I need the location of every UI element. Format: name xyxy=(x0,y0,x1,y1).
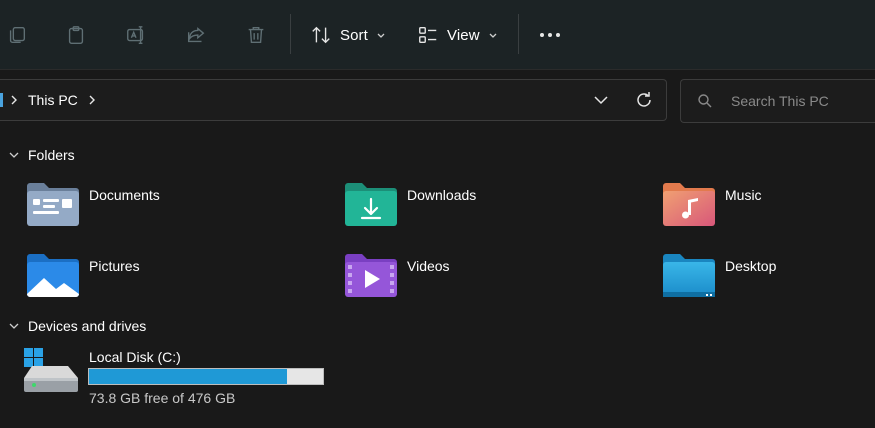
view-button[interactable]: View xyxy=(417,20,498,50)
search-box[interactable]: Search This PC xyxy=(680,79,875,123)
view-icon xyxy=(419,26,437,44)
folder-label: Desktop xyxy=(725,258,777,274)
toolbar-divider xyxy=(290,14,291,54)
downloads-folder-icon xyxy=(345,183,397,226)
folder-label: Music xyxy=(725,187,762,203)
documents-folder-icon xyxy=(27,183,79,226)
drive-usage-bar xyxy=(88,368,324,385)
drives-section-header[interactable]: Devices and drives xyxy=(8,318,146,334)
music-folder-icon xyxy=(663,183,715,226)
desktop-folder-icon xyxy=(663,254,715,297)
chevron-down-icon xyxy=(9,323,19,329)
chevron-right-icon[interactable] xyxy=(10,95,18,105)
paste-icon[interactable] xyxy=(61,20,91,50)
chevron-down-icon xyxy=(377,33,385,38)
toolbar-divider xyxy=(518,14,519,54)
drive-label: Local Disk (C:) xyxy=(89,349,181,365)
folders-section-header[interactable]: Folders xyxy=(8,147,75,163)
chevron-down-icon xyxy=(489,33,497,38)
command-bar: Sort View xyxy=(0,0,875,70)
folder-label: Videos xyxy=(407,258,450,274)
search-icon xyxy=(698,94,712,108)
pictures-folder-icon xyxy=(27,254,79,297)
view-label: View xyxy=(447,26,480,44)
folder-tile-pictures[interactable]: Pictures xyxy=(26,253,326,309)
address-bar[interactable]: This PC xyxy=(0,79,667,121)
folder-tile-videos[interactable]: Videos xyxy=(344,253,644,309)
chevron-down-icon xyxy=(9,152,19,158)
sort-button[interactable]: Sort xyxy=(310,20,386,50)
drives-section-label: Devices and drives xyxy=(28,318,147,334)
folder-label: Documents xyxy=(89,187,160,203)
chevron-right-icon[interactable] xyxy=(88,95,96,105)
folder-label: Pictures xyxy=(89,258,140,274)
breadcrumb-this-pc[interactable]: This PC xyxy=(28,92,78,108)
folders-section-label: Folders xyxy=(28,147,75,163)
hard-drive-icon xyxy=(24,348,78,392)
sort-icon xyxy=(312,26,330,44)
folder-tile-downloads[interactable]: Downloads xyxy=(344,182,644,238)
folder-tile-music[interactable]: Music xyxy=(662,182,875,238)
copy-icon[interactable] xyxy=(2,20,32,50)
videos-folder-icon xyxy=(345,254,397,297)
delete-icon[interactable] xyxy=(241,20,271,50)
folder-tile-desktop[interactable]: Desktop xyxy=(662,253,875,309)
history-dropdown-icon[interactable] xyxy=(592,91,610,109)
search-placeholder: Search This PC xyxy=(731,93,829,109)
rename-icon[interactable] xyxy=(121,20,151,50)
folder-tile-documents[interactable]: Documents xyxy=(26,182,326,238)
drive-free-space: 73.8 GB free of 476 GB xyxy=(89,390,236,406)
sort-label: Sort xyxy=(340,26,368,44)
folder-label: Downloads xyxy=(407,187,477,203)
refresh-icon[interactable] xyxy=(634,90,654,110)
more-icon[interactable] xyxy=(532,23,568,47)
breadcrumb: This PC xyxy=(10,80,96,120)
drive-usage-fill xyxy=(89,369,287,384)
drive-tile-local-disk-c[interactable]: Local Disk (C:) 73.8 GB free of 476 GB xyxy=(24,346,334,412)
address-accent xyxy=(0,93,3,107)
share-icon[interactable] xyxy=(181,20,211,50)
